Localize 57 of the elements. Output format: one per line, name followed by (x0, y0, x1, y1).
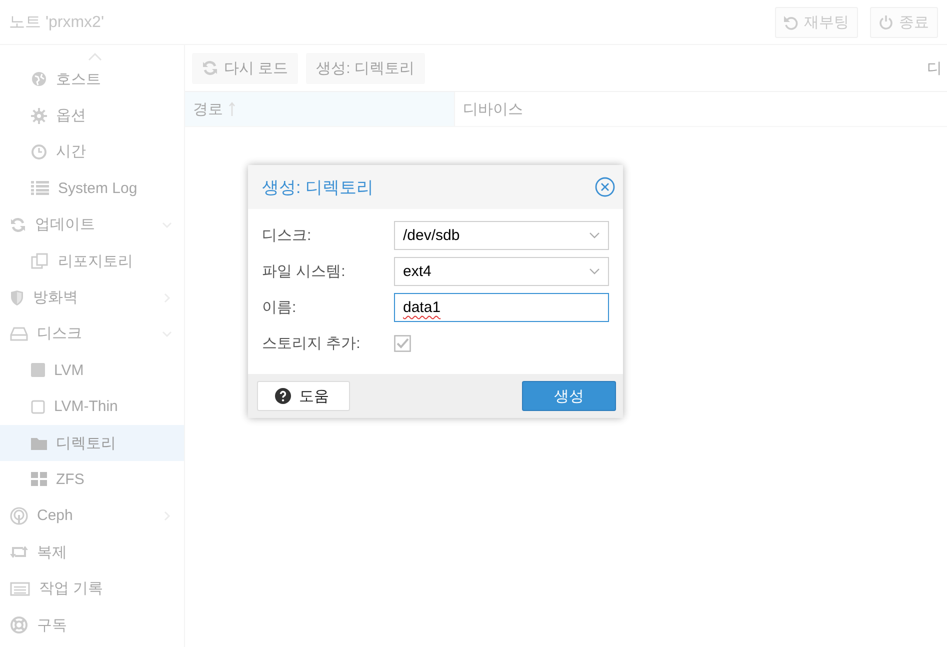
disk-drive-icon (10, 326, 28, 341)
sidebar-item[interactable]: 리포지토리 (0, 242, 184, 280)
column-header[interactable]: 디바이스 (455, 92, 531, 126)
ceph-icon (10, 506, 28, 525)
close-icon[interactable] (595, 177, 615, 197)
sidebar-item[interactable]: 작업 기록 (0, 570, 184, 607)
input-field[interactable]: data1 (394, 293, 609, 322)
grid-icon (31, 472, 47, 486)
sidebar-item[interactable]: 복제 (0, 534, 184, 570)
gear-icon (31, 108, 47, 124)
shield-icon (10, 290, 24, 306)
square-icon (31, 363, 45, 378)
create-button[interactable]: 생성: 디렉토리 (306, 52, 425, 84)
sidebar-item[interactable]: System Log (0, 170, 184, 207)
help-button[interactable]: 도움 (257, 381, 350, 411)
sidebar-item[interactable]: LVM (0, 352, 184, 389)
folder-icon (31, 436, 47, 450)
toolbar-text: 디 (927, 58, 942, 78)
help-icon (275, 388, 291, 404)
sidebar-item[interactable]: 구독 (0, 606, 184, 644)
sidebar-item[interactable]: 옵션 (0, 97, 184, 134)
dialog-title: 생성: 디렉토리 (262, 176, 374, 198)
refresh-icon (10, 216, 26, 233)
life-ring-icon (10, 616, 28, 634)
reload-button[interactable]: 다시 로드 (192, 52, 298, 84)
sidebar-item[interactable]: 디스크 (0, 316, 184, 352)
globe-icon (31, 71, 47, 88)
square-outline-icon (31, 400, 45, 414)
sidebar-item[interactable]: 호스트 (0, 61, 184, 98)
files-icon (31, 253, 49, 270)
sidebar-item[interactable]: LVM-Thin (0, 388, 184, 425)
dropdown-field[interactable]: ext4 (394, 257, 609, 286)
sort-ascending-icon (229, 102, 235, 116)
node-title: 노트 'prxmx2' (9, 12, 106, 32)
power-icon (879, 14, 893, 30)
column-header[interactable]: 경로 (185, 92, 455, 126)
undo-icon (784, 14, 798, 30)
sidebar-item[interactable]: 업데이트 (0, 206, 184, 243)
chevron-down-icon (589, 232, 600, 239)
field-label: 이름: (262, 298, 298, 317)
refresh-icon (202, 60, 218, 76)
sidebar-item[interactable]: Ceph (0, 498, 184, 534)
create-button[interactable]: 생성 (522, 381, 616, 411)
sidebar-item[interactable]: 디렉토리 (0, 424, 184, 462)
list-icon (31, 181, 49, 196)
clock-icon (31, 144, 47, 160)
scroll-up-icon[interactable] (88, 53, 102, 61)
exchange-icon (10, 545, 28, 560)
field-label: 파일 시스템: (262, 262, 346, 281)
dropdown-field[interactable]: /dev/sdb (394, 221, 609, 250)
chevron-down-icon (589, 268, 600, 275)
sidebar-item[interactable]: 시간 (0, 134, 184, 170)
list-window-icon (10, 582, 30, 596)
sidebar-item[interactable]: ZFS (0, 461, 184, 498)
field-label: 스토리지 추가: (262, 334, 362, 353)
sidebar-item[interactable]: 방화벽 (0, 279, 184, 316)
field-label: 디스크: (262, 226, 312, 245)
